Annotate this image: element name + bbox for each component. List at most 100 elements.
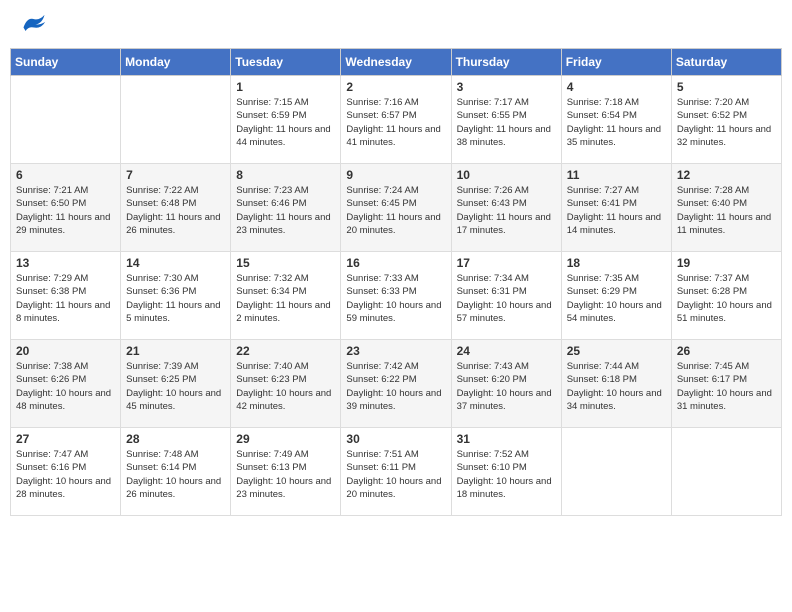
calendar-cell: 23 Sunrise: 7:42 AM Sunset: 6:22 PM Dayli… [341,340,451,428]
day-number: 23 [346,344,445,358]
day-info: Sunrise: 7:33 AM Sunset: 6:33 PM Dayligh… [346,272,445,325]
day-number: 13 [16,256,115,270]
calendar-cell: 5 Sunrise: 7:20 AM Sunset: 6:52 PM Daylig… [671,76,781,164]
calendar-cell: 27 Sunrise: 7:47 AM Sunset: 6:16 PM Dayli… [11,428,121,516]
calendar-cell: 25 Sunrise: 7:44 AM Sunset: 6:18 PM Dayli… [561,340,671,428]
day-number: 5 [677,80,776,94]
calendar-cell: 4 Sunrise: 7:18 AM Sunset: 6:54 PM Daylig… [561,76,671,164]
day-info: Sunrise: 7:29 AM Sunset: 6:38 PM Dayligh… [16,272,115,325]
day-header-tuesday: Tuesday [231,49,341,76]
day-number: 15 [236,256,335,270]
calendar-header-row: SundayMondayTuesdayWednesdayThursdayFrid… [11,49,782,76]
day-number: 7 [126,168,225,182]
calendar-week-row: 20 Sunrise: 7:38 AM Sunset: 6:26 PM Dayli… [11,340,782,428]
day-info: Sunrise: 7:45 AM Sunset: 6:17 PM Dayligh… [677,360,776,413]
day-info: Sunrise: 7:24 AM Sunset: 6:45 PM Dayligh… [346,184,445,237]
day-number: 2 [346,80,445,94]
day-header-friday: Friday [561,49,671,76]
day-number: 28 [126,432,225,446]
day-info: Sunrise: 7:20 AM Sunset: 6:52 PM Dayligh… [677,96,776,149]
day-number: 12 [677,168,776,182]
day-number: 6 [16,168,115,182]
day-number: 16 [346,256,445,270]
day-info: Sunrise: 7:26 AM Sunset: 6:43 PM Dayligh… [457,184,556,237]
logo [14,10,48,42]
day-number: 21 [126,344,225,358]
page-header [10,10,782,42]
day-number: 29 [236,432,335,446]
day-header-wednesday: Wednesday [341,49,451,76]
calendar-cell: 9 Sunrise: 7:24 AM Sunset: 6:45 PM Daylig… [341,164,451,252]
day-number: 1 [236,80,335,94]
day-number: 4 [567,80,666,94]
day-info: Sunrise: 7:44 AM Sunset: 6:18 PM Dayligh… [567,360,666,413]
calendar-cell: 15Sunrise: 7:32 AM Sunset: 6:34 PM Dayli… [231,252,341,340]
calendar-week-row: 1 Sunrise: 7:15 AM Sunset: 6:59 PM Daylig… [11,76,782,164]
day-number: 19 [677,256,776,270]
day-header-thursday: Thursday [451,49,561,76]
day-info: Sunrise: 7:23 AM Sunset: 6:46 PM Dayligh… [236,184,335,237]
calendar-cell: 24 Sunrise: 7:43 AM Sunset: 6:20 PM Dayli… [451,340,561,428]
calendar-week-row: 6Sunrise: 7:21 AM Sunset: 6:50 PM Daylig… [11,164,782,252]
day-number: 27 [16,432,115,446]
calendar-cell: 10Sunrise: 7:26 AM Sunset: 6:43 PM Dayli… [451,164,561,252]
day-number: 24 [457,344,556,358]
day-info: Sunrise: 7:47 AM Sunset: 6:16 PM Dayligh… [16,448,115,501]
calendar-cell [561,428,671,516]
day-info: Sunrise: 7:15 AM Sunset: 6:59 PM Dayligh… [236,96,335,149]
calendar-week-row: 13 Sunrise: 7:29 AM Sunset: 6:38 PM Dayli… [11,252,782,340]
day-number: 25 [567,344,666,358]
calendar-cell: 8Sunrise: 7:23 AM Sunset: 6:46 PM Daylig… [231,164,341,252]
calendar-cell: 31 Sunrise: 7:52 AM Sunset: 6:10 PM Dayli… [451,428,561,516]
calendar-cell: 26Sunrise: 7:45 AM Sunset: 6:17 PM Dayli… [671,340,781,428]
day-info: Sunrise: 7:18 AM Sunset: 6:54 PM Dayligh… [567,96,666,149]
calendar-week-row: 27 Sunrise: 7:47 AM Sunset: 6:16 PM Dayli… [11,428,782,516]
day-number: 17 [457,256,556,270]
day-info: Sunrise: 7:38 AM Sunset: 6:26 PM Dayligh… [16,360,115,413]
logo-bird-icon [20,10,48,42]
calendar-cell: 11Sunrise: 7:27 AM Sunset: 6:41 PM Dayli… [561,164,671,252]
day-number: 20 [16,344,115,358]
calendar-cell: 12 Sunrise: 7:28 AM Sunset: 6:40 PM Dayli… [671,164,781,252]
day-info: Sunrise: 7:17 AM Sunset: 6:55 PM Dayligh… [457,96,556,149]
calendar-cell: 22Sunrise: 7:40 AM Sunset: 6:23 PM Dayli… [231,340,341,428]
calendar-table: SundayMondayTuesdayWednesdayThursdayFrid… [10,48,782,516]
day-number: 31 [457,432,556,446]
day-info: Sunrise: 7:43 AM Sunset: 6:20 PM Dayligh… [457,360,556,413]
day-info: Sunrise: 7:51 AM Sunset: 6:11 PM Dayligh… [346,448,445,501]
day-info: Sunrise: 7:49 AM Sunset: 6:13 PM Dayligh… [236,448,335,501]
day-header-monday: Monday [121,49,231,76]
day-info: Sunrise: 7:28 AM Sunset: 6:40 PM Dayligh… [677,184,776,237]
day-number: 14 [126,256,225,270]
day-info: Sunrise: 7:42 AM Sunset: 6:22 PM Dayligh… [346,360,445,413]
day-info: Sunrise: 7:22 AM Sunset: 6:48 PM Dayligh… [126,184,225,237]
calendar-cell: 17 Sunrise: 7:34 AM Sunset: 6:31 PM Dayli… [451,252,561,340]
calendar-cell: 2 Sunrise: 7:16 AM Sunset: 6:57 PM Daylig… [341,76,451,164]
day-number: 30 [346,432,445,446]
calendar-cell: 1 Sunrise: 7:15 AM Sunset: 6:59 PM Daylig… [231,76,341,164]
day-info: Sunrise: 7:37 AM Sunset: 6:28 PM Dayligh… [677,272,776,325]
day-info: Sunrise: 7:39 AM Sunset: 6:25 PM Dayligh… [126,360,225,413]
day-number: 9 [346,168,445,182]
calendar-cell: 18 Sunrise: 7:35 AM Sunset: 6:29 PM Dayli… [561,252,671,340]
calendar-cell: 30 Sunrise: 7:51 AM Sunset: 6:11 PM Dayli… [341,428,451,516]
calendar-cell: 21 Sunrise: 7:39 AM Sunset: 6:25 PM Dayli… [121,340,231,428]
calendar-cell: 7 Sunrise: 7:22 AM Sunset: 6:48 PM Daylig… [121,164,231,252]
day-info: Sunrise: 7:34 AM Sunset: 6:31 PM Dayligh… [457,272,556,325]
day-info: Sunrise: 7:30 AM Sunset: 6:36 PM Dayligh… [126,272,225,325]
calendar-cell [11,76,121,164]
day-info: Sunrise: 7:40 AM Sunset: 6:23 PM Dayligh… [236,360,335,413]
calendar-cell: 20 Sunrise: 7:38 AM Sunset: 6:26 PM Dayli… [11,340,121,428]
day-info: Sunrise: 7:35 AM Sunset: 6:29 PM Dayligh… [567,272,666,325]
day-info: Sunrise: 7:16 AM Sunset: 6:57 PM Dayligh… [346,96,445,149]
calendar-cell: 19 Sunrise: 7:37 AM Sunset: 6:28 PM Dayli… [671,252,781,340]
calendar-cell [121,76,231,164]
day-info: Sunrise: 7:48 AM Sunset: 6:14 PM Dayligh… [126,448,225,501]
day-info: Sunrise: 7:52 AM Sunset: 6:10 PM Dayligh… [457,448,556,501]
calendar-cell: 28 Sunrise: 7:48 AM Sunset: 6:14 PM Dayli… [121,428,231,516]
calendar-cell: 29 Sunrise: 7:49 AM Sunset: 6:13 PM Dayli… [231,428,341,516]
day-number: 18 [567,256,666,270]
calendar-cell: 6Sunrise: 7:21 AM Sunset: 6:50 PM Daylig… [11,164,121,252]
day-header-sunday: Sunday [11,49,121,76]
day-number: 11 [567,168,666,182]
